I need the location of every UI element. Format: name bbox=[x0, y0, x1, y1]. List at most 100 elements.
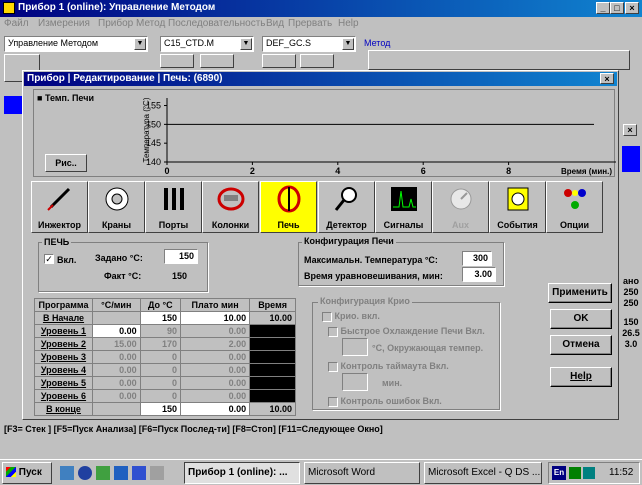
oven-temp-chart: 1551501451400 2 4 6 8Температура (°С)Время (… bbox=[142, 97, 616, 176]
quick-launch-icon[interactable] bbox=[150, 466, 164, 480]
lang-indicator[interactable]: En bbox=[552, 466, 566, 480]
menu-sequence[interactable]: Последовательность bbox=[168, 18, 265, 29]
menu-file[interactable]: Файл bbox=[4, 18, 29, 29]
menu-method[interactable]: Метод bbox=[136, 18, 165, 29]
close-icon[interactable]: × bbox=[625, 2, 639, 14]
tray-icon[interactable] bbox=[569, 467, 581, 479]
timeout-checkbox[interactable]: Контроль таймаута Вкл. bbox=[328, 361, 449, 372]
start-button[interactable]: Пуск bbox=[2, 462, 52, 484]
chevron-down-icon[interactable]: ▼ bbox=[240, 38, 252, 50]
menu-abort[interactable]: Прервать bbox=[288, 18, 332, 29]
task-instrument[interactable]: Прибор 1 (online): ... bbox=[184, 462, 300, 484]
ambient-input[interactable] bbox=[342, 338, 368, 356]
quick-launch-icon[interactable] bbox=[96, 466, 110, 480]
tool-signal[interactable]: Сигналы bbox=[375, 181, 432, 233]
program-cell: 0 bbox=[139, 350, 182, 364]
fault-label: Контроль ошибок Вкл. bbox=[340, 396, 442, 406]
quick-launch-icon[interactable] bbox=[60, 466, 74, 480]
chevron-down-icon[interactable]: ▼ bbox=[342, 38, 354, 50]
task-word[interactable]: Microsoft Word bbox=[304, 462, 420, 484]
toolbar-button-4[interactable] bbox=[300, 54, 334, 68]
blue-panel bbox=[4, 96, 22, 114]
setpoint-input[interactable]: 150 bbox=[164, 249, 198, 264]
method-combo[interactable]: C15_CTD.M ▼ bbox=[160, 36, 254, 52]
program-cell: 10.00 bbox=[249, 402, 296, 416]
toolbar-button-1[interactable] bbox=[160, 54, 194, 68]
close-icon[interactable]: × bbox=[623, 124, 637, 136]
task-excel[interactable]: Microsoft Excel - Q DS ... bbox=[424, 462, 542, 484]
menu-measure[interactable]: Измерения bbox=[38, 18, 90, 29]
program-row-label: В конце bbox=[34, 402, 93, 416]
tool-oven[interactable]: Печь bbox=[260, 181, 317, 233]
figure-button[interactable]: Рис.. bbox=[45, 154, 87, 172]
tool-options[interactable]: Опции bbox=[546, 181, 603, 233]
bg-value: 150 bbox=[623, 317, 639, 327]
program-cell[interactable]: 0.00 bbox=[180, 402, 251, 416]
oven-on-checkbox[interactable]: ✓ bbox=[44, 254, 54, 265]
word-icon[interactable] bbox=[132, 466, 146, 480]
program-cell[interactable]: 150 bbox=[139, 402, 182, 416]
cryo-on-checkbox[interactable]: Крио. вкл. bbox=[322, 311, 380, 322]
sequence-combo[interactable]: DEF_GC.S ▼ bbox=[262, 36, 356, 52]
tool-syringe[interactable]: Инжектор bbox=[31, 181, 88, 233]
app-icon bbox=[3, 2, 15, 14]
fast-cool-checkbox[interactable]: Быстрое Охлаждение Печи Вкл. bbox=[328, 326, 485, 337]
x-axis-label: Время (мин.) bbox=[561, 167, 612, 176]
program-cell bbox=[249, 350, 296, 364]
tray-icon[interactable] bbox=[583, 467, 595, 479]
view-combo[interactable]: Управление Методом ▼ bbox=[4, 36, 148, 52]
quick-launch-icon[interactable] bbox=[114, 466, 128, 480]
chevron-down-icon[interactable]: ▼ bbox=[134, 38, 146, 50]
tool-events[interactable]: События bbox=[489, 181, 546, 233]
ok-button[interactable]: OK bbox=[550, 309, 612, 329]
toolbar-button-3[interactable] bbox=[262, 54, 296, 68]
program-header: °С/мин bbox=[92, 298, 141, 312]
cancel-button[interactable]: Отмена bbox=[550, 335, 612, 355]
close-icon[interactable]: × bbox=[600, 73, 614, 84]
toolbar-button-2[interactable] bbox=[200, 54, 234, 68]
menu-help[interactable]: Help bbox=[338, 18, 359, 29]
program-cell: 0 bbox=[139, 363, 182, 377]
method-toolbar bbox=[368, 50, 630, 70]
actual-value: 150 bbox=[172, 271, 188, 281]
program-row: В Начале 150 10.00 10.00 bbox=[34, 311, 296, 325]
program-cell: 15.00 bbox=[92, 337, 141, 351]
maximize-icon[interactable]: □ bbox=[610, 2, 624, 14]
program-row-label: В Начале bbox=[34, 311, 93, 325]
equil-input[interactable]: 3.00 bbox=[462, 267, 496, 282]
tool-label: Сигналы bbox=[383, 220, 424, 230]
menu-instrument[interactable]: Прибор bbox=[98, 18, 133, 29]
tool-ports[interactable]: Порты bbox=[145, 181, 202, 233]
program-row-label: Уровень 3 bbox=[34, 350, 93, 364]
quick-launch bbox=[60, 466, 170, 480]
bg-value: 3.0 bbox=[624, 339, 638, 349]
program-row: Уровень 3 0.00 0 0.00 bbox=[34, 350, 296, 364]
main-title-bar: Прибор 1 (online): Управление Методом _ … bbox=[0, 0, 642, 17]
minimize-icon[interactable]: _ bbox=[596, 2, 610, 14]
tool-aux[interactable]: Aux bbox=[432, 181, 489, 233]
timeout-input[interactable] bbox=[342, 373, 368, 391]
cryo-group-title: Конфигурация Крио bbox=[318, 296, 412, 306]
tool-detector[interactable]: Детектор bbox=[318, 181, 375, 233]
detector-icon bbox=[334, 187, 357, 211]
x-tick-label: 8 bbox=[506, 166, 511, 176]
signal-icon bbox=[390, 187, 417, 211]
menu-view[interactable]: Вид bbox=[266, 18, 284, 29]
program-row-label: Уровень 5 bbox=[34, 376, 93, 390]
dialog-title: Прибор | Редактирование | Печь: (6890) bbox=[27, 73, 223, 84]
program-cell[interactable]: 150 bbox=[139, 311, 182, 325]
checkbox-icon bbox=[328, 326, 338, 337]
program-cell: 0.00 bbox=[180, 324, 251, 338]
tool-valve[interactable]: Краны bbox=[88, 181, 145, 233]
apply-button[interactable]: Применить bbox=[548, 283, 612, 303]
program-cell[interactable]: 0.00 bbox=[92, 324, 141, 338]
program-cell[interactable]: 10.00 bbox=[180, 311, 251, 325]
config-group-title: Конфигурация Печи bbox=[302, 236, 396, 246]
ie-icon[interactable] bbox=[78, 466, 92, 480]
bg-blue-box bbox=[622, 146, 640, 172]
program-row: Уровень 2 15.00 170 2.00 bbox=[34, 337, 296, 351]
fault-checkbox[interactable]: Контроль ошибок Вкл. bbox=[328, 396, 442, 407]
max-temp-input[interactable]: 300 bbox=[462, 251, 492, 266]
help-button[interactable]: Help bbox=[550, 367, 612, 387]
tool-column[interactable]: Колонки bbox=[202, 181, 259, 233]
